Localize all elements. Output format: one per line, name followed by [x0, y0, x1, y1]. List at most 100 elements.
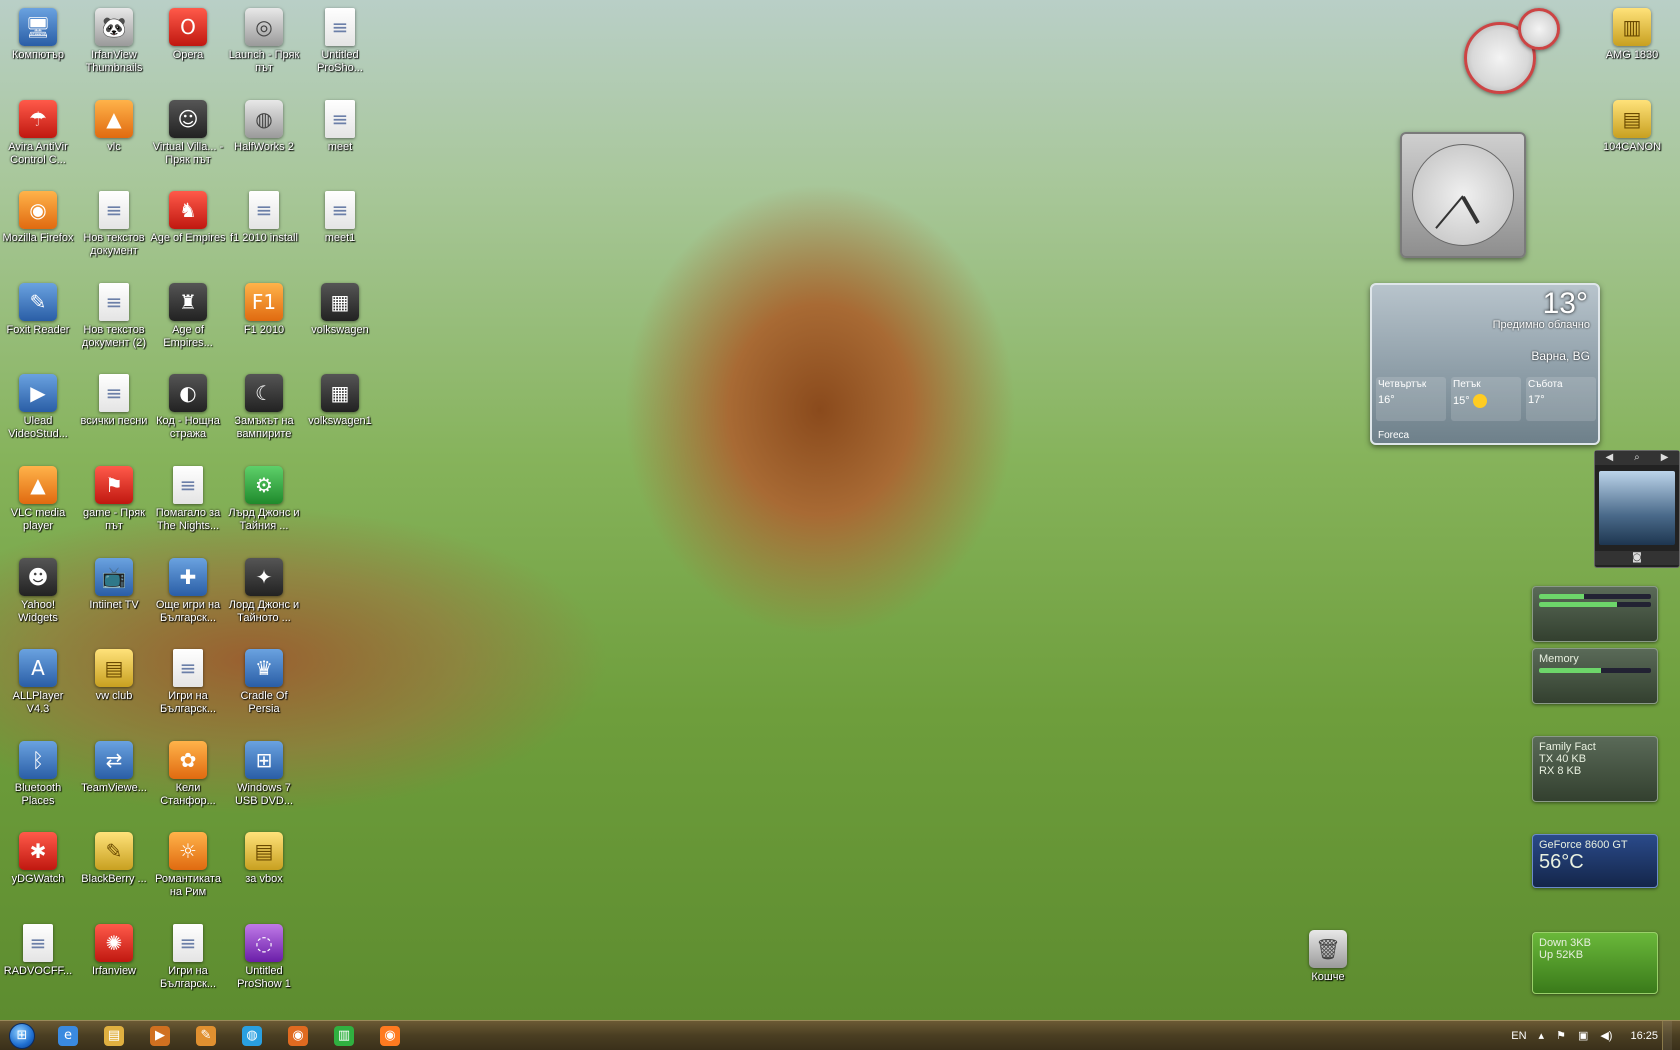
taskbar-button-firefox2[interactable]: ◉ [276, 1022, 320, 1050]
forecast-day: Четвъртък 16° [1376, 377, 1446, 421]
desktop-icon-item[interactable]: F1 F1 2010 [226, 277, 302, 363]
desktop-icon-item[interactable]: ◍ HalfWorks 2 [226, 94, 302, 180]
desktop-icon-item[interactable]: ▦ volkswagen [302, 277, 378, 363]
desktop-icon-item[interactable]: ♛ Cradle Of Persia [226, 643, 302, 729]
chevron-up-icon[interactable]: ▴ [1539, 1029, 1545, 1042]
desktop-icon-item[interactable]: ♞ Age of Empires [150, 185, 226, 271]
desktop-icon-item[interactable]: ✦ Лорд Джонс и Тайното ... [226, 552, 302, 638]
desktop-icon-item[interactable]: ▤ vw club [76, 643, 152, 729]
desktop-icon-item[interactable]: ⚙ Лърд Джонс и Тайния ... [226, 460, 302, 546]
taskbar-button-tool[interactable]: ✎ [184, 1022, 228, 1050]
desktop-icon-item[interactable]: ◎ Launch - Пряк път [226, 2, 302, 88]
desktop-icon-item[interactable]: ◌ Untitled ProShow 1 [226, 918, 302, 1004]
desktop-icon-item[interactable]: ☾ Замъкът на вампирите [226, 368, 302, 454]
desktop-icon-item[interactable]: ✱ yDGWatch [0, 826, 76, 912]
clock-gadget[interactable] [1400, 132, 1526, 258]
taskbar-button-chart[interactable]: ▥ [322, 1022, 366, 1050]
desktop-icon-104canon[interactable]: ▤ 104CANON [1594, 94, 1670, 180]
desktop-icon-item[interactable]: ☻ Yahoo! Widgets [0, 552, 76, 638]
bandwidth-gadget[interactable]: Down 3KB Up 52KB [1532, 932, 1658, 994]
desktop-icon-label: IrfanView Thumbnails [85, 49, 143, 74]
next-icon[interactable]: ▶ [1661, 451, 1669, 465]
desktop-icon-item[interactable]: ≡ f1 2010 install [226, 185, 302, 271]
desktop-icon-item[interactable]: ▤ за vbox [226, 826, 302, 912]
desktop-icon-item[interactable]: ☼ Романтиката на Рим [150, 826, 226, 912]
gpu-temp-gadget[interactable]: GeForce 8600 GT 56°C [1532, 834, 1658, 888]
desktop-icon-item[interactable]: ≡ RADVOCFF... [0, 918, 76, 1004]
desktop-icon-item[interactable]: 📺 Intiinet TV [76, 552, 152, 638]
app-icon: ≡ [325, 8, 355, 46]
show-desktop-button[interactable] [1662, 1020, 1672, 1050]
desktop-icon-item[interactable]: ✺ Irfanview [76, 918, 152, 1004]
desktop-icon-item[interactable]: ☂ Avira AntiVir Control C... [0, 94, 76, 180]
app-icon: ✎ [19, 283, 57, 321]
start-button[interactable]: ⊞ [0, 1021, 44, 1050]
flag-icon[interactable]: ⚑ [1556, 1029, 1566, 1042]
slideshow-gadget[interactable]: ◀ ⌕ ▶ ◙ [1594, 450, 1680, 568]
search-icon[interactable]: ⌕ [1634, 451, 1640, 465]
desktop-icon-item[interactable]: ≡ Untitled ProSho... [302, 2, 378, 88]
weather-temperature: 13° [1542, 287, 1588, 320]
desktop-icon-item[interactable]: ▲ vlc [76, 94, 152, 180]
desktop-icon-item[interactable]: ✎ BlackBerry ... [76, 826, 152, 912]
taskbar-button-explorer[interactable]: ▤ [92, 1022, 136, 1050]
desktop-icon-label: Untitled ProShow 1 [237, 965, 291, 990]
desktop-icon-item[interactable]: ✚ Още игри на Българск... [150, 552, 226, 638]
desktop-icon-item[interactable]: ≡ meet1 [302, 185, 378, 271]
network-icon[interactable]: ▣ [1578, 1029, 1588, 1042]
cpu-meter-gadget[interactable] [1462, 8, 1560, 98]
drive-meter-bar [1539, 602, 1651, 607]
taskbar-button-ie[interactable]: e [46, 1022, 90, 1050]
desktop-icon-item[interactable]: ◉ Mozilla Firefox [0, 185, 76, 271]
desktop-icon-item[interactable]: ≡ Помагало за The Nights... [150, 460, 226, 546]
slideshow-footer: ◙ [1595, 551, 1679, 565]
taskbar-button-media[interactable]: ▶ [138, 1022, 182, 1050]
desktop-icon-item[interactable]: ᛒ Bluetooth Places [0, 735, 76, 821]
desktop-icon-item[interactable]: A ALLPlayer V4.3 [0, 643, 76, 729]
network-gadget[interactable]: Family Fact TX 40 KB RX 8 KB [1532, 736, 1658, 802]
taskbar-button-firefox[interactable]: ◉ [368, 1022, 412, 1050]
desktop-icon-item[interactable]: ▦ volkswagen1 [302, 368, 378, 454]
desktop-icon-label: Кошче [1311, 971, 1345, 983]
volume-icon[interactable]: ◀) [1600, 1029, 1612, 1042]
desktop-icon-item[interactable]: O Opera [150, 2, 226, 88]
desktop-icon-item[interactable]: ≡ Нов текстов документ [76, 185, 152, 271]
app-icon: ≡ [173, 649, 203, 687]
desktop-icon-label: Virtual Villa... - Пряк път [152, 141, 224, 166]
desktop-icon-item[interactable]: 🐼 IrfanView Thumbnails [76, 2, 152, 88]
taskbar-button-skype[interactable]: ◍ [230, 1022, 274, 1050]
app-icon: ◌ [245, 924, 283, 962]
desktop-icon-item[interactable]: ✎ Foxit Reader [0, 277, 76, 363]
weather-gadget[interactable]: 13° Предимно облачно Варна, BG Четвъртък… [1370, 283, 1600, 445]
desktop-icon-item[interactable]: ≡ Нов текстов документ (2) [76, 277, 152, 363]
app-icon: 🐼 [95, 8, 133, 46]
desktop-icon-item[interactable]: ≡ Игри на Българск... [150, 918, 226, 1004]
language-indicator[interactable]: EN [1511, 1030, 1526, 1042]
desktop-icon-item[interactable]: ≡ всички песни [76, 368, 152, 454]
desktop-icon-item[interactable]: ≡ meet [302, 94, 378, 180]
desktop-icon-item[interactable]: ☺ Virtual Villa... - Пряк път [150, 94, 226, 180]
desktop-icon-label: всички песни [80, 415, 148, 427]
drive-meter-gadget[interactable] [1532, 586, 1658, 642]
desktop-icon-item[interactable]: ⚑ game - Пряк път [76, 460, 152, 546]
desktop-icon-item[interactable]: ◐ Код - Нощна стража [150, 368, 226, 454]
previous-icon[interactable]: ◀ [1605, 451, 1613, 465]
desktop-icon-item[interactable]: ▲ VLC media player [0, 460, 76, 546]
recycle-bin-icon-item[interactable]: 🗑 Кошче [1290, 924, 1366, 1010]
desktop-icon-item[interactable]: ♜ Age of Empires... [150, 277, 226, 363]
desktop-icon-item[interactable]: ⇄ TeamViewe... [76, 735, 152, 821]
desktop-icon-item[interactable]: ✿ Кели Станфор... [150, 735, 226, 821]
desktop-icon-label: Windows 7 USB DVD... [234, 782, 294, 807]
app-icon: ♜ [169, 283, 207, 321]
desktop-icon-item[interactable]: ▶ Ulead VideoStud... [0, 368, 76, 454]
app-icon: ≡ [173, 466, 203, 504]
desktop-icon-label: BlackBerry ... [81, 873, 147, 885]
taskbar-clock[interactable]: 16:25 [1630, 1030, 1658, 1042]
desktop-icon-item[interactable]: ≡ Игри на Българск... [150, 643, 226, 729]
memory-gadget[interactable]: Memory [1532, 648, 1658, 704]
slideshow-image[interactable] [1599, 471, 1675, 545]
desktop-icon-item[interactable]: 🖥 Компютър [0, 2, 76, 88]
desktop-icon-label: volkswagen [311, 324, 369, 336]
desktop-icon-item[interactable]: ⊞ Windows 7 USB DVD... [226, 735, 302, 821]
desktop-icon-amg-1830[interactable]: ▥ AMG 1830 [1594, 2, 1670, 88]
